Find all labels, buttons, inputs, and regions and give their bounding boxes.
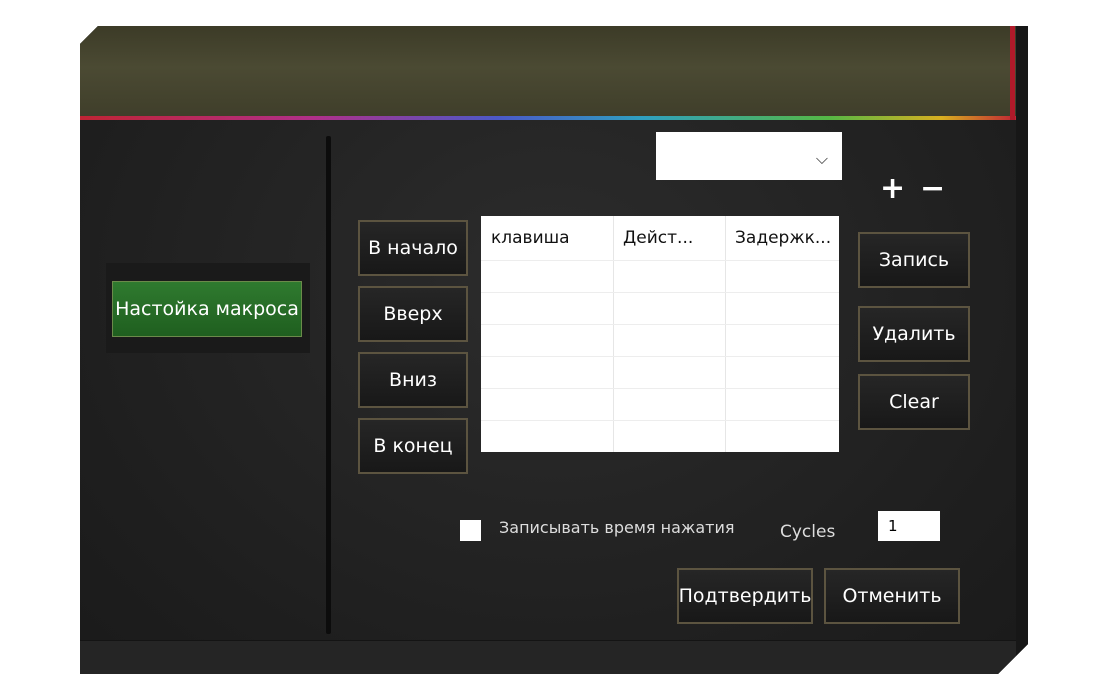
move-to-start-button[interactable]: В начало: [358, 220, 468, 276]
header-accent-edge: [1010, 26, 1015, 120]
record-label: Запись: [878, 249, 950, 271]
header-banner: [80, 26, 1016, 118]
table-header-key[interactable]: клавиша: [481, 216, 613, 260]
confirm-button[interactable]: Подтвердить: [677, 568, 813, 624]
table-row-divider: [481, 324, 839, 325]
table-column-divider: [725, 216, 726, 452]
sidebar-item-label: Настойка макроса: [115, 298, 299, 320]
table-row-divider: [481, 420, 839, 421]
move-to-end-label: В конец: [373, 435, 453, 457]
add-macro-button[interactable]: +: [880, 174, 905, 204]
cycles-input[interactable]: [878, 511, 940, 541]
confirm-label: Подтвердить: [678, 585, 812, 607]
vertical-divider: [326, 136, 331, 634]
cancel-label: Отменить: [842, 585, 942, 607]
move-down-button[interactable]: Вниз: [358, 352, 468, 408]
sidebar-item-macro-settings[interactable]: Настойка макроса: [112, 281, 302, 337]
table-row-divider: [481, 292, 839, 293]
window-right-border: [1016, 26, 1028, 674]
chevron-down-icon: ⌵: [815, 149, 828, 168]
clear-button[interactable]: Clear: [858, 374, 970, 430]
move-up-label: Вверх: [383, 303, 443, 325]
cycles-label: Cycles: [780, 522, 836, 542]
cancel-button[interactable]: Отменить: [824, 568, 960, 624]
table-row-divider: [481, 260, 839, 261]
footer-strip: [80, 640, 1016, 674]
app-window: Настойка макроса ⌵ + − В начало Вверх Вн…: [80, 26, 1028, 674]
macro-select-dropdown[interactable]: ⌵: [656, 132, 842, 180]
table-row-divider: [481, 388, 839, 389]
record-button[interactable]: Запись: [858, 232, 970, 288]
macro-events-table[interactable]: клавиша Дейст... Задержк...: [481, 216, 839, 452]
table-header-delay[interactable]: Задержк...: [725, 216, 839, 260]
record-time-label: Записывать время нажатия: [499, 518, 735, 537]
record-time-checkbox[interactable]: [460, 520, 481, 541]
table-column-divider: [613, 216, 614, 452]
clear-label: Clear: [889, 391, 939, 413]
rgb-accent-line: [80, 116, 1016, 120]
delete-button[interactable]: Удалить: [858, 306, 970, 362]
move-to-start-label: В начало: [368, 237, 458, 259]
delete-label: Удалить: [872, 323, 956, 345]
table-row-divider: [481, 356, 839, 357]
move-to-end-button[interactable]: В конец: [358, 418, 468, 474]
remove-macro-button[interactable]: −: [920, 174, 945, 204]
move-down-label: Вниз: [389, 369, 437, 391]
move-up-button[interactable]: Вверх: [358, 286, 468, 342]
table-header-action[interactable]: Дейст...: [613, 216, 725, 260]
